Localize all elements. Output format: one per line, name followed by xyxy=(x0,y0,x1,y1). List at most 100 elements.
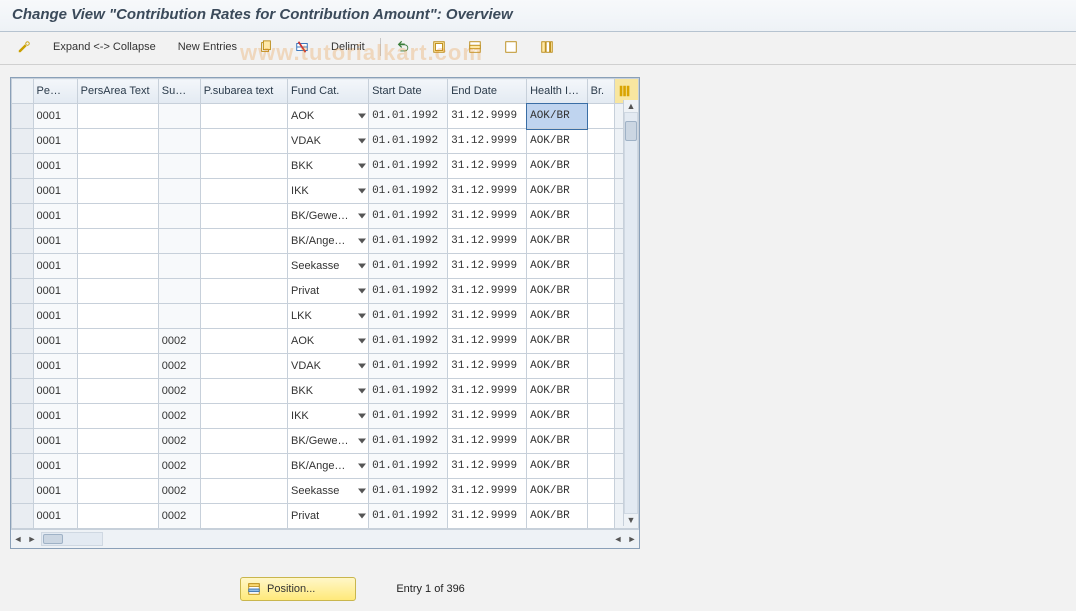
delimit-button[interactable]: Delimit xyxy=(322,36,374,58)
dropdown-arrow-icon[interactable] xyxy=(358,139,366,144)
cell-pe[interactable]: 0001 xyxy=(33,354,77,379)
position-button[interactable]: Position... xyxy=(240,577,356,601)
cell-su[interactable] xyxy=(158,204,200,229)
new-entries-button[interactable]: New Entries xyxy=(169,36,246,58)
cell-end-date[interactable]: 31.12.9999 xyxy=(448,279,527,304)
cell-su[interactable]: 0002 xyxy=(158,454,200,479)
cell-br[interactable] xyxy=(587,479,615,504)
row-selector[interactable] xyxy=(12,504,34,529)
cell-start-date[interactable]: 01.01.1992 xyxy=(369,179,448,204)
row-selector[interactable] xyxy=(12,154,34,179)
table-row[interactable]: 00010002BK/Gewe…01.01.199231.12.9999AOK/… xyxy=(12,429,639,454)
horizontal-scrollbar[interactable]: ◄ ► ◄ ► xyxy=(11,529,639,548)
cell-health-i[interactable]: AOK/BR xyxy=(527,454,588,479)
hscroll-thumb[interactable] xyxy=(43,534,63,544)
row-selector[interactable] xyxy=(12,454,34,479)
table-row[interactable]: 0001AOK01.01.199231.12.9999AOK/BR xyxy=(12,104,639,129)
cell-end-date[interactable]: 31.12.9999 xyxy=(448,179,527,204)
vscroll-down-arrow-icon[interactable]: ▼ xyxy=(625,514,637,526)
cell-end-date[interactable]: 31.12.9999 xyxy=(448,379,527,404)
dropdown-arrow-icon[interactable] xyxy=(358,289,366,294)
dropdown-arrow-icon[interactable] xyxy=(358,464,366,469)
cell-su[interactable]: 0002 xyxy=(158,354,200,379)
cell-br[interactable] xyxy=(587,179,615,204)
cell-fund-cat[interactable]: IKK xyxy=(288,404,369,429)
cell-fund-cat[interactable]: AOK xyxy=(288,104,369,129)
cell-fund-cat[interactable]: VDAK xyxy=(288,354,369,379)
cell-su[interactable] xyxy=(158,304,200,329)
cell-persarea-text[interactable] xyxy=(77,479,158,504)
vscroll-up-arrow-icon[interactable]: ▲ xyxy=(625,100,637,112)
cell-br[interactable] xyxy=(587,129,615,154)
cell-su[interactable]: 0002 xyxy=(158,329,200,354)
select-all-button[interactable] xyxy=(423,36,455,58)
cell-start-date[interactable]: 01.01.1992 xyxy=(369,304,448,329)
dropdown-arrow-icon[interactable] xyxy=(358,489,366,494)
row-selector[interactable] xyxy=(12,329,34,354)
cell-pe[interactable]: 0001 xyxy=(33,304,77,329)
cell-br[interactable] xyxy=(587,304,615,329)
cell-fund-cat[interactable]: Privat xyxy=(288,279,369,304)
table-row[interactable]: 0001BK/Ange…01.01.199231.12.9999AOK/BR xyxy=(12,229,639,254)
cell-end-date[interactable]: 31.12.9999 xyxy=(448,454,527,479)
cell-start-date[interactable]: 01.01.1992 xyxy=(369,479,448,504)
cell-health-i[interactable]: AOK/BR xyxy=(527,229,588,254)
cell-start-date[interactable]: 01.01.1992 xyxy=(369,354,448,379)
cell-su[interactable] xyxy=(158,179,200,204)
cell-psubarea-text[interactable] xyxy=(200,379,287,404)
cell-persarea-text[interactable] xyxy=(77,329,158,354)
cell-pe[interactable]: 0001 xyxy=(33,454,77,479)
cell-start-date[interactable]: 01.01.1992 xyxy=(369,404,448,429)
hscroll-left-arrow2-icon[interactable]: ◄ xyxy=(611,532,625,546)
cell-su[interactable] xyxy=(158,229,200,254)
col-header-pe[interactable]: Pe… xyxy=(33,79,77,104)
cell-health-i[interactable]: AOK/BR xyxy=(527,429,588,454)
hscroll-track[interactable] xyxy=(41,532,103,546)
toggle-display-change-button[interactable] xyxy=(8,36,40,58)
cell-pe[interactable]: 0001 xyxy=(33,479,77,504)
cell-psubarea-text[interactable] xyxy=(200,229,287,254)
cell-pe[interactable]: 0001 xyxy=(33,404,77,429)
cell-health-i[interactable]: AOK/BR xyxy=(527,129,588,154)
cell-psubarea-text[interactable] xyxy=(200,454,287,479)
row-selector[interactable] xyxy=(12,279,34,304)
row-selector[interactable] xyxy=(12,379,34,404)
cell-psubarea-text[interactable] xyxy=(200,104,287,129)
cell-br[interactable] xyxy=(587,504,615,529)
table-row[interactable]: 00010002BKK01.01.199231.12.9999AOK/BR xyxy=(12,379,639,404)
cell-health-i[interactable]: AOK/BR xyxy=(527,104,588,129)
cell-psubarea-text[interactable] xyxy=(200,354,287,379)
hscroll-left-arrow-icon[interactable]: ◄ xyxy=(11,532,25,546)
dropdown-arrow-icon[interactable] xyxy=(358,389,366,394)
cell-persarea-text[interactable] xyxy=(77,254,158,279)
table-row[interactable]: 0001LKK01.01.199231.12.9999AOK/BR xyxy=(12,304,639,329)
cell-start-date[interactable]: 01.01.1992 xyxy=(369,129,448,154)
cell-psubarea-text[interactable] xyxy=(200,179,287,204)
cell-psubarea-text[interactable] xyxy=(200,254,287,279)
cell-end-date[interactable]: 31.12.9999 xyxy=(448,354,527,379)
cell-health-i[interactable]: AOK/BR xyxy=(527,504,588,529)
row-selector[interactable] xyxy=(12,229,34,254)
vscroll-thumb[interactable] xyxy=(625,121,637,141)
cell-su[interactable] xyxy=(158,154,200,179)
col-header-end-date[interactable]: End Date xyxy=(448,79,527,104)
dropdown-arrow-icon[interactable] xyxy=(358,189,366,194)
cell-persarea-text[interactable] xyxy=(77,204,158,229)
hscroll-right-arrow-icon[interactable]: ► xyxy=(25,532,39,546)
col-header-su[interactable]: Su… xyxy=(158,79,200,104)
cell-health-i[interactable]: AOK/BR xyxy=(527,479,588,504)
dropdown-arrow-icon[interactable] xyxy=(358,264,366,269)
table-row[interactable]: 00010002IKK01.01.199231.12.9999AOK/BR xyxy=(12,404,639,429)
cell-br[interactable] xyxy=(587,354,615,379)
cell-pe[interactable]: 0001 xyxy=(33,229,77,254)
cell-fund-cat[interactable]: BKK xyxy=(288,154,369,179)
cell-pe[interactable]: 0001 xyxy=(33,154,77,179)
cell-psubarea-text[interactable] xyxy=(200,429,287,454)
cell-end-date[interactable]: 31.12.9999 xyxy=(448,104,527,129)
cell-end-date[interactable]: 31.12.9999 xyxy=(448,304,527,329)
col-header-health-i[interactable]: Health I… xyxy=(527,79,588,104)
cell-su[interactable]: 0002 xyxy=(158,479,200,504)
cell-br[interactable] xyxy=(587,454,615,479)
cell-su[interactable]: 0002 xyxy=(158,379,200,404)
cell-psubarea-text[interactable] xyxy=(200,404,287,429)
